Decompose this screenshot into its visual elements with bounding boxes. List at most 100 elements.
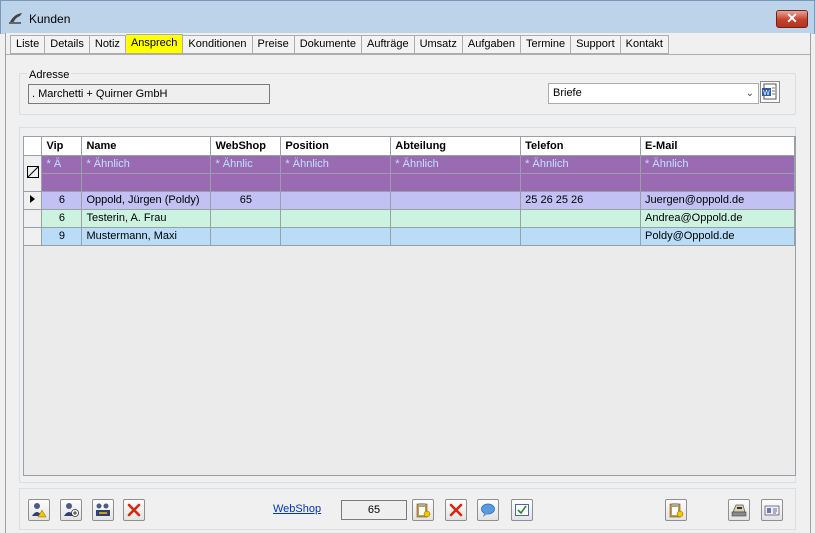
filter-cell-email[interactable]: * Ähnlich [640,155,795,174]
checkbox-icon [515,504,529,516]
cell-abteilung [390,227,522,246]
filter-clear-icon [26,165,39,178]
row-selector[interactable] [24,227,43,246]
word-icon: W [762,83,777,100]
word-document-button[interactable]: W [760,81,780,103]
cell-telefon: 25 26 25 26 [520,191,642,210]
filter-row: * Ä * Ähnlich * Ähnlic * Ähnlich * Ähnli… [24,155,795,192]
cell-webshop [210,227,282,246]
cash-register-icon [731,504,747,517]
column-header-telefon[interactable]: Telefon [520,137,642,156]
column-header-name[interactable]: Name [81,137,212,156]
column-header-webshop[interactable]: WebShop [210,137,282,156]
filter-cell-name[interactable]: * Ähnlich [81,155,212,174]
cell-position [280,191,392,210]
chevron-down-icon: ⌄ [745,88,754,99]
cell-position [280,209,392,228]
speech-bubble-icon [481,503,495,517]
cell-name: Testerin, A. Frau [81,209,212,228]
table-row[interactable]: 6 Testerin, A. Frau Andrea@Oppold.de [24,209,795,228]
column-header-position[interactable]: Position [280,137,392,156]
checklist-button[interactable] [511,499,533,521]
delete-contact-button[interactable] [123,499,145,521]
cell-email: Juergen@oppold.de [640,191,795,210]
tab-umsatz[interactable]: Umsatz [414,35,463,54]
letters-dropdown[interactable]: Briefe ⌄ [548,83,759,104]
filter-cell-abteilung[interactable]: * Ähnlich [390,155,522,174]
tab-panel-border [6,54,810,55]
cell-email: Andrea@Oppold.de [640,209,795,228]
filter-cell-position[interactable]: * Ähnlich [280,155,392,174]
tab-ansprech[interactable]: Ansprech [125,34,184,54]
filter-cell-vip[interactable]: * Ä [41,155,83,174]
contact-info-button[interactable] [28,499,50,521]
contacts-grid[interactable]: Vip Name WebShop Position Abteilung Tele… [23,136,796,476]
filter-row-selector[interactable] [24,155,43,192]
tab-details[interactable]: Details [45,35,90,54]
tab-liste[interactable]: Liste [10,35,46,54]
letters-dropdown-value: Briefe [553,87,582,99]
column-header-vip[interactable]: Vip [41,137,83,156]
grid-header: Vip Name WebShop Position Abteilung Tele… [24,137,795,156]
cell-telefon [520,227,642,246]
tab-support[interactable]: Support [571,35,621,54]
tab-kontakt[interactable]: Kontakt [620,35,669,54]
address-field[interactable]: . Marchetti + Quirner GmbH [28,84,270,104]
tab-termine[interactable]: Termine [520,35,572,54]
cell-name: Mustermann, Maxi [81,227,212,246]
address-group-label: Adresse [27,69,72,81]
cell-name: Oppold, Jürgen (Poldy) [81,191,212,210]
cell-vip: 6 [41,191,83,210]
clipboard-add-button[interactable] [412,499,434,521]
close-button[interactable]: ✕ [776,10,808,28]
tab-notiz[interactable]: Notiz [89,35,126,54]
cell-vip: 9 [41,227,83,246]
tab-strip: Liste Details Notiz Ansprech Konditionen… [10,34,669,55]
current-row-arrow-icon [30,195,36,203]
cell-vip: 6 [41,209,83,228]
filter-row-spacer [24,173,795,192]
move-contact-button[interactable] [92,499,114,521]
tab-dokumente[interactable]: Dokumente [294,35,362,54]
header-selector [24,137,43,156]
print-card-button[interactable] [761,499,783,521]
clipboard-icon [416,503,431,518]
clipboard-icon [669,503,684,518]
cell-abteilung [390,191,522,210]
remove-button[interactable] [445,499,467,521]
tab-auftraege[interactable]: Aufträge [361,35,415,54]
cell-webshop [210,209,282,228]
person-add-icon [64,503,79,517]
webshop-link[interactable]: WebShop [273,503,321,515]
cell-abteilung [390,209,522,228]
address-card-icon [764,505,780,516]
column-header-abteilung[interactable]: Abteilung [390,137,522,156]
person-warning-icon [32,503,47,518]
webshop-count-field: 65 [341,500,407,520]
red-x-icon [449,503,463,517]
table-row[interactable]: 9 Mustermann, Maxi Poldy@Oppold.de [24,227,795,246]
title-bar: Kunden ✕ [0,0,815,34]
cell-position [280,227,392,246]
comment-button[interactable] [477,499,499,521]
people-transfer-icon [96,503,110,516]
cash-register-button[interactable] [728,499,750,521]
window-title: Kunden [29,12,71,26]
cell-email: Poldy@Oppold.de [640,227,795,246]
tab-konditionen[interactable]: Konditionen [183,35,253,54]
tab-preise[interactable]: Preise [252,35,295,54]
svg-text:W: W [763,89,770,97]
paste-button[interactable] [665,499,687,521]
table-row[interactable]: 6 Oppold, Jürgen (Poldy) 65 25 26 25 26 … [24,191,795,210]
filter-cell-telefon[interactable]: * Ähnlich [520,155,642,174]
row-selector[interactable] [24,209,43,228]
tab-aufgaben[interactable]: Aufgaben [462,35,521,54]
window-client: Liste Details Notiz Ansprech Konditionen… [5,33,811,533]
row-selector[interactable] [24,191,43,210]
app-icon [8,10,24,26]
cell-webshop: 65 [210,191,282,210]
add-contact-button[interactable] [60,499,82,521]
red-x-icon [127,503,141,517]
filter-cell-webshop[interactable]: * Ähnlic [210,155,282,174]
column-header-email[interactable]: E-Mail [640,137,795,156]
